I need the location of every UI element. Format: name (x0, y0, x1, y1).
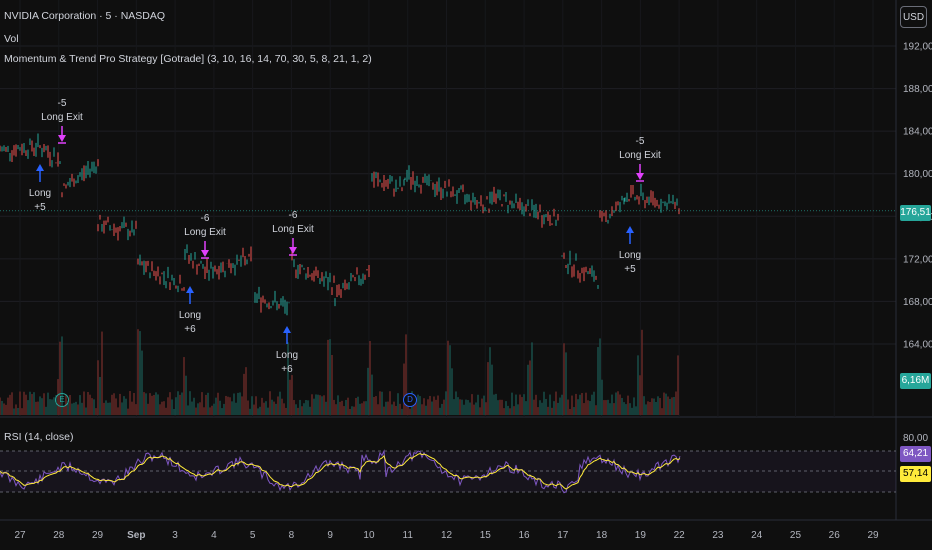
entry-qty: +6 (281, 364, 293, 375)
entry-qty: +5 (34, 202, 46, 213)
price-tick-label: 168,00 (903, 297, 932, 308)
time-tick-label: 28 (53, 530, 65, 541)
time-tick-label: Sep (127, 530, 145, 541)
entry-label: Long (179, 310, 201, 321)
time-tick-label: 5 (250, 530, 256, 541)
chart-canvas[interactable]: Long +5 -5 Long Exit Long +6 -6 Long Exit Long +6… (0, 0, 932, 550)
entry-qty: +6 (184, 324, 196, 335)
entry-arrow-head (626, 226, 634, 233)
time-tick-label: 26 (829, 530, 841, 541)
exit-label: Long Exit (184, 227, 226, 238)
rsi-pane: 80,00 (0, 433, 928, 494)
exit-label: Long Exit (41, 112, 83, 123)
entry-qty: +5 (624, 264, 636, 275)
volume-bars (0, 329, 679, 415)
time-tick-label: 22 (674, 530, 686, 541)
time-tick-label: 4 (211, 530, 217, 541)
price-tick-label: 172,00 (903, 254, 932, 265)
time-tick-label: 15 (480, 530, 492, 541)
rsi-tick-label: 80,00 (903, 433, 928, 444)
time-tick-label: 17 (557, 530, 569, 541)
time-tick-label: 25 (790, 530, 802, 541)
exit-qty: -6 (289, 210, 298, 221)
time-tick-label: 3 (172, 530, 178, 541)
time-tick-label: 27 (14, 530, 26, 541)
exit-arrow-head (201, 250, 209, 257)
price-tick-label: 184,00 (903, 127, 932, 138)
time-tick-label: 24 (751, 530, 763, 541)
currency-button[interactable]: USD (900, 6, 927, 28)
entry-label: Long (276, 350, 298, 361)
exit-qty: -5 (636, 136, 645, 147)
price-series (0, 133, 896, 316)
strategy-legend[interactable]: Momentum & Trend Pro Strategy [Gotrade] … (4, 53, 372, 65)
time-tick-label: 18 (596, 530, 608, 541)
price-tick-label: 192,00 (903, 42, 932, 53)
entry-arrow-head (36, 164, 44, 171)
symbol-title[interactable]: NVIDIA Corporation · 5 · NASDAQ (4, 10, 165, 22)
volume-legend[interactable]: Vol (4, 33, 19, 45)
exit-qty: -5 (58, 98, 67, 109)
entry-arrow-head (186, 286, 194, 293)
volume-value-tag: 6,16M (900, 373, 931, 389)
exit-arrow-head (636, 173, 644, 180)
entry-label: Long (29, 188, 51, 199)
time-tick-label: 23 (712, 530, 724, 541)
price-tick-label: 180,00 (903, 169, 932, 180)
exit-label: Long Exit (272, 224, 314, 235)
time-tick-label: 12 (441, 530, 453, 541)
time-tick-label: 29 (867, 530, 879, 541)
exit-arrow-head (289, 247, 297, 254)
time-tick-label: 29 (92, 530, 104, 541)
time-tick-label: 19 (635, 530, 647, 541)
rsi-legend[interactable]: RSI (14, close) (4, 431, 73, 443)
price-tick-label: 164,00 (903, 340, 932, 351)
exit-qty: -6 (201, 213, 210, 224)
time-tick-label: 9 (327, 530, 333, 541)
earnings-event-icon[interactable]: E (55, 393, 69, 407)
rsi-value-tag: 64,21 (900, 446, 931, 462)
price-tick-label: 188,00 (903, 84, 932, 95)
time-tick-label: 11 (403, 530, 414, 541)
trade-markers: Long +5 -5 Long Exit Long +6 -6 Long Exit Long +6… (29, 98, 661, 375)
exit-label: Long Exit (619, 150, 661, 161)
time-tick-label: 16 (518, 530, 530, 541)
entry-label: Long (619, 250, 641, 261)
current-price-tag: 176,51 (900, 205, 931, 221)
time-tick-label: 10 (363, 530, 375, 541)
entry-arrow-head (283, 326, 291, 333)
rsi-signal-tag: 57,14 (900, 466, 931, 482)
dividend-event-icon[interactable]: D (403, 393, 417, 407)
time-tick-label: 8 (289, 530, 295, 541)
